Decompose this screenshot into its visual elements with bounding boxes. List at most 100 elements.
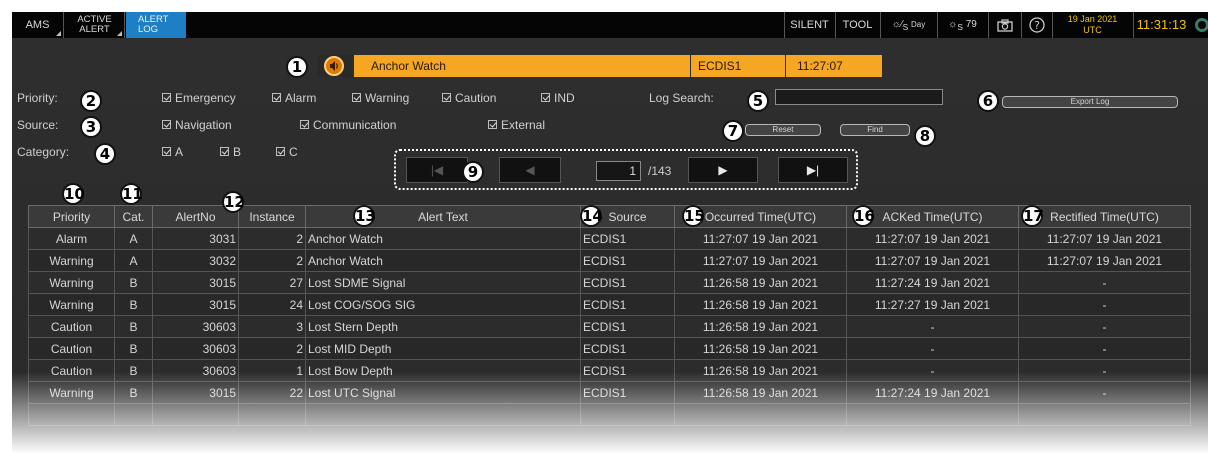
source-navigation-label: Navigation [175, 118, 232, 132]
cell-priority [28, 403, 115, 426]
cell-occurred-time: 11:26:58 19 Jan 2021 [674, 271, 847, 294]
silent-button[interactable]: SILENT [784, 12, 834, 38]
cell-occurred-time [674, 403, 847, 426]
table-row[interactable]: Caution B 30603 2 Lost MID Depth ECDIS1 11:26:… [28, 337, 1191, 360]
cell-source [580, 403, 675, 426]
callout-14: 14 [580, 205, 603, 227]
cell-priority: Warning [28, 271, 115, 294]
table-row[interactable] [28, 403, 1191, 426]
prev-page-icon: ◀ [525, 163, 535, 177]
table-row[interactable]: Alarm A 3031 2 Anchor Watch ECDIS1 11:27:07 19… [28, 227, 1191, 250]
cell-alert-no: 3032 [152, 249, 239, 272]
cell-priority: Warning [28, 249, 115, 272]
timezone-text: UTC [1083, 25, 1102, 35]
alert-log-panel: Anchor Watch ECDIS1 11:27:07 Priority: S… [12, 38, 1208, 454]
priority-alarm-checkbox[interactable]: Alarm [272, 91, 316, 105]
cell-instance: 3 [238, 315, 306, 338]
export-log-button[interactable]: Export Log [1002, 96, 1178, 108]
tab-active-alert[interactable]: ACTIVE ALERT [65, 12, 125, 38]
page-number-input[interactable]: 1 [596, 161, 641, 181]
page-total: /143 [648, 164, 672, 178]
first-page-button[interactable]: |◀ [406, 157, 468, 183]
callout-8: 8 [914, 125, 936, 147]
checkbox-check-icon [162, 93, 171, 102]
latest-alert-bar[interactable]: Anchor Watch ECDIS1 11:27:07 [318, 55, 898, 77]
brightness-value: 79 [965, 19, 977, 30]
source-communication-checkbox[interactable]: Communication [300, 118, 396, 132]
table-row[interactable]: Warning B 3015 22 Lost UTC Signal ECDIS1 11:26… [28, 381, 1191, 404]
col-header-instance[interactable]: Instance [238, 205, 306, 228]
table-row[interactable]: Warning A 3032 2 Anchor Watch ECDIS1 11:27:07 … [28, 249, 1191, 272]
alert-sound-button[interactable] [318, 55, 352, 77]
callout-4: 4 [94, 143, 116, 165]
cell-category: B [114, 271, 153, 294]
cell-alert-text: Lost COG/SOG SIG [305, 293, 581, 316]
cell-instance: 2 [238, 227, 306, 250]
cell-rectified-time: - [1018, 359, 1191, 382]
checkbox-check-icon [220, 147, 229, 156]
cell-occurred-time: 11:27:07 19 Jan 2021 [674, 249, 847, 272]
source-external-checkbox[interactable]: External [488, 118, 545, 132]
callout-7: 7 [722, 120, 744, 142]
tab-ams[interactable]: AMS [12, 12, 64, 38]
table-row[interactable]: Warning B 3015 24 Lost COG/SOG SIG ECDIS1 11:2… [28, 293, 1191, 316]
table-row[interactable]: Caution B 30603 1 Lost Bow Depth ECDIS1 11:26:… [28, 359, 1191, 382]
find-button[interactable]: Find [840, 124, 910, 136]
cell-alert-text [305, 403, 581, 426]
col-header-category[interactable]: Cat. [114, 205, 153, 228]
next-page-icon: ▶ [718, 163, 728, 177]
cell-acked-time: 11:27:24 19 Jan 2021 [846, 271, 1019, 294]
cell-rectified-time: - [1018, 315, 1191, 338]
category-c-checkbox[interactable]: C [276, 145, 298, 159]
priority-emergency-checkbox[interactable]: Emergency [162, 91, 236, 105]
tab-alert-log[interactable]: ALERT LOG [126, 12, 186, 38]
last-page-button[interactable]: ▶| [778, 157, 848, 183]
cell-source: ECDIS1 [580, 293, 675, 316]
cell-source: ECDIS1 [580, 337, 675, 360]
cell-priority: Alarm [28, 227, 115, 250]
table-row[interactable]: Caution B 30603 3 Lost Stern Depth ECDIS1 11:2… [28, 315, 1191, 338]
category-b-checkbox[interactable]: B [220, 145, 241, 159]
screenshot-button[interactable] [988, 12, 1020, 38]
next-page-button[interactable]: ▶ [688, 157, 758, 183]
callout-9: 9 [462, 161, 484, 183]
col-header-alert-text[interactable]: Alert Text [305, 205, 581, 228]
tab-ams-label: AMS [25, 19, 50, 31]
cell-alert-no: 30603 [152, 315, 239, 338]
day-mode-button[interactable]: ☼⁄S Day [880, 12, 936, 38]
priority-caution-checkbox[interactable]: Caution [442, 91, 496, 105]
cell-acked-time: - [846, 315, 1019, 338]
checkbox-check-icon [162, 120, 171, 129]
reset-button[interactable]: Reset [745, 124, 821, 136]
cell-category: A [114, 249, 153, 272]
help-button[interactable]: ? [1021, 12, 1051, 38]
prev-page-button[interactable]: ◀ [499, 157, 561, 183]
priority-warning-checkbox[interactable]: Warning [352, 91, 409, 105]
col-header-rectified-time[interactable]: Rectified Time(UTC) [1018, 205, 1191, 228]
source-communication-label: Communication [313, 118, 397, 132]
table-row[interactable]: Warning B 3015 27 Lost SDME Signal ECDIS1 11:2… [28, 271, 1191, 294]
source-navigation-checkbox[interactable]: Navigation [162, 118, 232, 132]
category-a-checkbox[interactable]: A [162, 145, 183, 159]
category-filter-label: Category: [17, 145, 70, 159]
cell-source: ECDIS1 [580, 271, 675, 294]
cell-instance: 2 [238, 249, 306, 272]
cell-priority: Caution [28, 359, 115, 382]
cell-priority: Caution [28, 337, 115, 360]
cell-alert-text: Anchor Watch [305, 249, 581, 272]
cell-acked-time: 11:27:07 19 Jan 2021 [846, 249, 1019, 272]
tool-button[interactable]: TOOL [835, 12, 879, 38]
top-bar: AMS ACTIVE ALERT ALERT LOG SILENT TOOL ☼… [12, 12, 1208, 38]
log-search-input[interactable] [775, 89, 943, 105]
cell-alert-no: 30603 [152, 359, 239, 382]
checkbox-check-icon [442, 93, 451, 102]
col-header-priority[interactable]: Priority [28, 205, 115, 228]
cell-source: ECDIS1 [580, 315, 675, 338]
cell-instance: 2 [238, 337, 306, 360]
latest-alert-time: 11:27:07 [786, 55, 882, 77]
priority-ind-checkbox[interactable]: IND [541, 91, 575, 105]
brightness-button[interactable]: ☼S 79 [937, 12, 987, 38]
table-header-row: Priority Cat. AlertNo Instance Alert Tex… [28, 205, 1191, 228]
date-display: 19 Jan 2021 UTC [1052, 12, 1132, 38]
cell-rectified-time: - [1018, 337, 1191, 360]
